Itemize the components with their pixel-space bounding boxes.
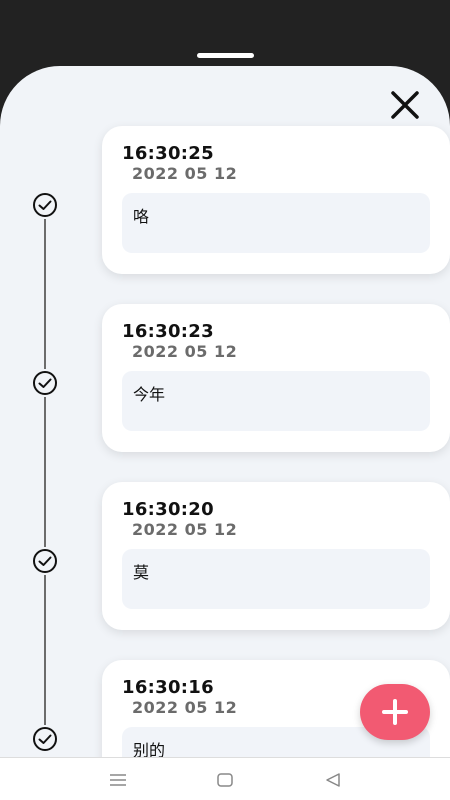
add-entry-button[interactable] (360, 684, 430, 740)
timeline-line (44, 219, 46, 369)
close-button[interactable] (387, 87, 423, 123)
app-screen: 16:30:25 2022 05 12 咯 16:30:23 2022 05 1… (0, 0, 450, 800)
entry-date: 2022 05 12 (132, 342, 238, 361)
home-square-icon (217, 773, 233, 787)
entry-date: 2022 05 12 (132, 698, 238, 717)
entry-time: 16:30:23 (122, 321, 214, 342)
back-triangle-icon (326, 773, 340, 787)
system-nav-bar (0, 757, 450, 800)
check-circle-icon (33, 371, 57, 395)
check-circle-icon (33, 549, 57, 573)
entry-time: 16:30:20 (122, 499, 214, 520)
entry-note: 咯 (122, 193, 430, 253)
timeline-card[interactable]: 16:30:25 2022 05 12 咯 (102, 126, 450, 274)
entry-note: 今年 (122, 371, 430, 431)
timeline-line (44, 397, 46, 547)
menu-icon (110, 774, 126, 786)
check-circle-icon (33, 193, 57, 217)
entry-date: 2022 05 12 (132, 520, 238, 539)
entry-note: 莫 (122, 549, 430, 609)
entry-time: 16:30:25 (122, 143, 214, 164)
entry-time: 16:30:16 (122, 677, 214, 698)
timeline-card[interactable]: 16:30:20 2022 05 12 莫 (102, 482, 450, 630)
drag-handle[interactable] (197, 53, 254, 58)
entry-date: 2022 05 12 (132, 164, 238, 183)
nav-home-button[interactable] (214, 769, 236, 791)
nav-back-button[interactable] (322, 769, 344, 791)
timeline-sheet: 16:30:25 2022 05 12 咯 16:30:23 2022 05 1… (0, 66, 450, 757)
timeline-card[interactable]: 16:30:23 2022 05 12 今年 (102, 304, 450, 452)
nav-menu-button[interactable] (107, 769, 129, 791)
close-icon (391, 91, 419, 119)
timeline-line (44, 575, 46, 725)
check-circle-icon (33, 727, 57, 751)
